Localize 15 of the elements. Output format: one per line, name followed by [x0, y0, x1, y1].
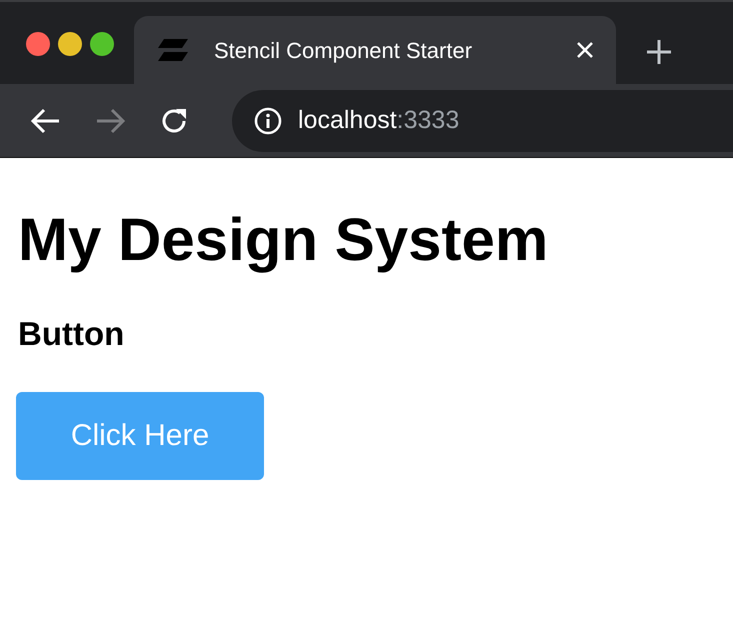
maximize-window-button[interactable] — [90, 32, 114, 56]
close-window-button[interactable] — [26, 32, 50, 56]
close-icon[interactable] — [576, 41, 594, 59]
back-arrow-icon — [31, 108, 61, 134]
page-heading: My Design System — [18, 205, 550, 275]
minimize-window-button[interactable] — [58, 32, 82, 56]
address-bar[interactable]: localhost:3333 — [232, 90, 733, 152]
info-icon — [254, 106, 282, 134]
browser-tab[interactable]: Stencil Component Starter — [134, 16, 616, 84]
new-tab-icon[interactable] — [646, 39, 672, 65]
logo-icon — [156, 39, 190, 61]
forward-arrow-icon — [95, 108, 125, 134]
tab-title: Stencil Component Starter — [214, 36, 474, 65]
url-text: localhost:3333 — [298, 104, 460, 136]
section-heading: Button — [18, 314, 126, 354]
